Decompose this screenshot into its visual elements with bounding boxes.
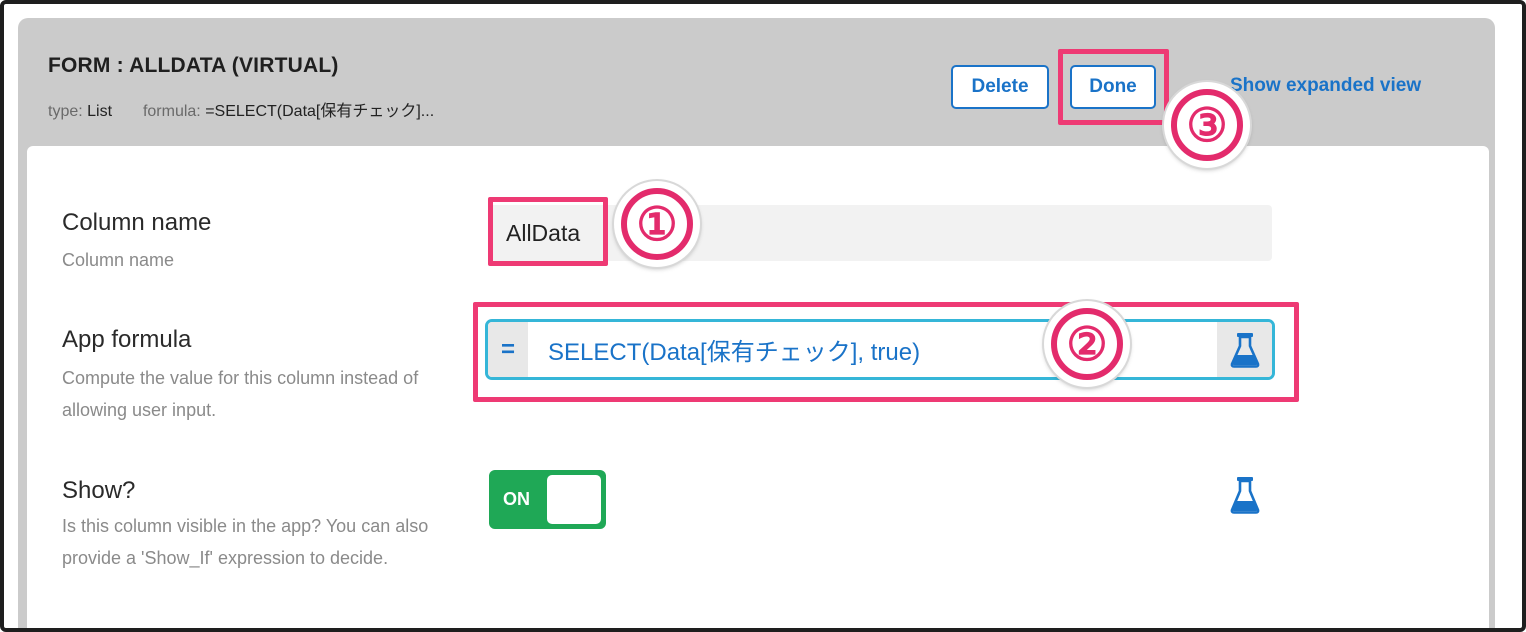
- toggle-on-label: ON: [503, 489, 530, 509]
- column-name-help: Column name: [62, 250, 175, 270]
- show-expanded-view-link[interactable]: Show expanded view: [1230, 75, 1421, 97]
- equals-sign: =: [488, 322, 528, 377]
- type-key: type:: [48, 103, 83, 120]
- done-button[interactable]: Done: [1070, 65, 1156, 109]
- column-name-label: Column name: [62, 209, 212, 236]
- delete-button[interactable]: Delete: [951, 65, 1049, 109]
- show-toggle[interactable]: ON: [489, 470, 606, 529]
- step-1-number: ①: [621, 188, 693, 260]
- toggle-knob: [547, 475, 601, 524]
- step-1-badge: ①: [614, 181, 700, 267]
- formula-key: formula:: [142, 103, 201, 120]
- step-3-badge: ③: [1164, 82, 1250, 168]
- column-meta: type: List formula: =SELECT(Data[保有チェック]…: [48, 97, 434, 121]
- show-help: Is this column visible in the app? You c…: [62, 516, 429, 568]
- step-2-number: ②: [1051, 308, 1123, 380]
- step-3-number: ③: [1171, 89, 1243, 161]
- column-name-value: AllData: [506, 219, 581, 246]
- form-title: FORM : ALLDATA (VIRTUAL): [48, 54, 339, 77]
- formula-summary: =SELECT(Data[保有チェック]...: [205, 103, 435, 120]
- app-formula-input[interactable]: = SELECT(Data[保有チェック], true): [485, 319, 1275, 380]
- app-formula-help: Compute the value for this column instea…: [62, 368, 419, 420]
- app-formula-label: App formula: [62, 326, 192, 353]
- flask-icon[interactable]: [1230, 476, 1260, 519]
- column-name-input[interactable]: AllData: [488, 205, 1272, 261]
- app-formula-value: SELECT(Data[保有チェック], true): [548, 339, 921, 366]
- window-frame: FORM : ALLDATA (VIRTUAL) type: List form…: [0, 0, 1526, 632]
- type-value: List: [87, 103, 113, 120]
- show-label: Show?: [62, 477, 136, 504]
- flask-icon[interactable]: [1217, 322, 1272, 377]
- step-2-badge: ②: [1044, 301, 1130, 387]
